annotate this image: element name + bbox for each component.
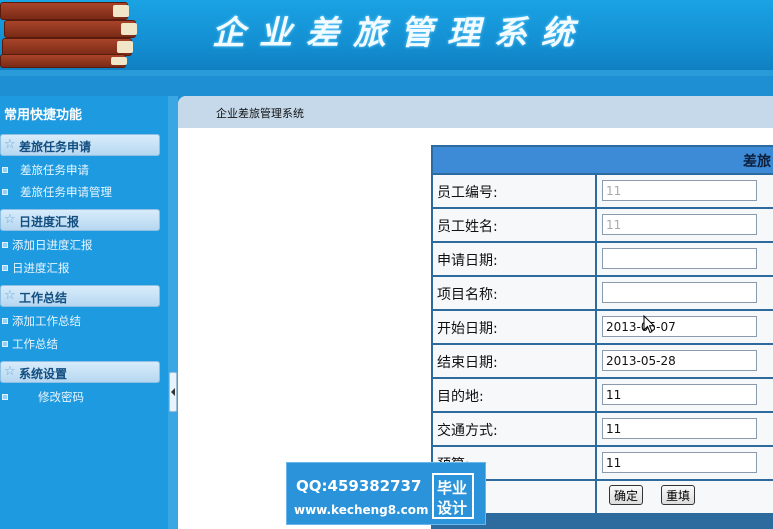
star-icon: ☆: [4, 288, 16, 303]
form-row-employee-name: 员工姓名:: [433, 209, 773, 241]
project-name-field[interactable]: [602, 282, 757, 303]
start-date-field[interactable]: [602, 316, 757, 337]
form-header: 差旅: [433, 147, 773, 173]
sidebar: 常用快捷功能 ☆ 差旅任务申请 差旅任务申请 差旅任务申请管理 ☆ 日进度汇报 …: [0, 96, 168, 529]
sidebar-item-add-daily-report[interactable]: 添加日进度汇报: [0, 235, 160, 255]
field-label: 交通方式:: [437, 423, 498, 439]
app-window: 企业差旅管理系统 常用快捷功能 ☆ 差旅任务申请 差旅任务申请 差旅任务申请管理…: [0, 0, 773, 529]
watermark-badge: 毕业 设计: [432, 473, 474, 519]
field-label: 员工姓名:: [437, 219, 498, 235]
header-band: [0, 70, 773, 76]
star-icon: ☆: [4, 137, 16, 152]
submit-button[interactable]: 确定: [609, 485, 644, 505]
sidebar-title: 常用快捷功能: [4, 108, 83, 123]
field-label: 目的地:: [437, 389, 484, 405]
watermark: QQ:459382737 www.kecheng8.com 毕业 设计: [286, 462, 486, 525]
sidebar-item-label: 差旅任务申请: [20, 163, 89, 177]
bullet-icon: [2, 189, 8, 195]
field-label: 申请日期:: [437, 253, 498, 269]
sidebar-section-label: 系统设置: [19, 367, 68, 381]
sidebar-section-daily-report[interactable]: ☆ 日进度汇报: [0, 209, 160, 231]
sidebar-item-add-work-summary[interactable]: 添加工作总结: [0, 311, 160, 331]
sidebar-item-work-summary[interactable]: 工作总结: [0, 334, 160, 354]
sidebar-item-label: 添加工作总结: [12, 314, 81, 328]
field-label: 项目名称:: [437, 287, 498, 303]
form-row-apply-date: 申请日期:: [433, 243, 773, 275]
form-row-destination: 目的地:: [433, 379, 773, 411]
employee-name-field[interactable]: [602, 214, 757, 235]
form-row-end-date: 结束日期:: [433, 345, 773, 377]
form-row-employee-id: 员工编号:: [433, 175, 773, 207]
sidebar-item-travel-task-manage[interactable]: 差旅任务申请管理: [0, 182, 160, 202]
field-label: 开始日期:: [437, 321, 498, 337]
transport-field[interactable]: [602, 418, 757, 439]
destination-field[interactable]: [602, 384, 757, 405]
breadcrumb: 企业差旅管理系统: [216, 107, 304, 120]
reset-button[interactable]: 重填: [661, 485, 696, 505]
bullet-icon: [2, 265, 8, 271]
form-row-transport: 交通方式:: [433, 413, 773, 445]
badge-line: 设计: [437, 499, 468, 517]
sidebar-item-label: 工作总结: [12, 337, 58, 351]
field-label: 员工编号:: [437, 185, 498, 201]
form-row-start-date: 开始日期:: [433, 311, 773, 343]
sidebar-splitter: [168, 96, 178, 529]
sidebar-item-label: 修改密码: [38, 390, 84, 404]
star-icon: ☆: [4, 212, 16, 227]
bullet-icon: [2, 341, 8, 347]
collapse-sidebar-button[interactable]: [169, 372, 177, 412]
badge-line: 毕业: [437, 479, 468, 497]
sidebar-section-system-settings[interactable]: ☆ 系统设置: [0, 361, 160, 383]
bullet-icon: [2, 242, 8, 248]
bullet-icon: [2, 167, 8, 173]
end-date-field[interactable]: [602, 350, 757, 371]
star-icon: ☆: [4, 364, 16, 379]
form-row-project-name: 项目名称:: [433, 277, 773, 309]
sidebar-item-change-password[interactable]: 修改密码: [0, 387, 160, 407]
books-logo: [0, 0, 140, 70]
employee-id-field[interactable]: [602, 180, 757, 201]
sidebar-item-label: 日进度汇报: [12, 261, 70, 275]
system-title: 企业差旅管理系统: [212, 13, 588, 52]
breadcrumb-bar: 企业差旅管理系统: [178, 96, 773, 128]
field-label: 结束日期:: [437, 355, 498, 371]
form-title: 差旅: [743, 154, 771, 170]
watermark-site: www.kecheng8.com: [294, 503, 429, 517]
sidebar-section-label: 工作总结: [19, 291, 68, 305]
apply-date-field[interactable]: [602, 248, 757, 269]
sidebar-item-label: 添加日进度汇报: [12, 238, 93, 252]
sidebar-item-label: 差旅任务申请管理: [20, 185, 112, 199]
budget-field[interactable]: [602, 452, 757, 473]
mouse-cursor-icon: [643, 315, 656, 334]
sidebar-section-label: 日进度汇报: [19, 215, 80, 229]
sidebar-section-label: 差旅任务申请: [19, 140, 92, 154]
sidebar-section-travel-task[interactable]: ☆ 差旅任务申请: [0, 134, 160, 156]
sidebar-item-travel-task-apply[interactable]: 差旅任务申请: [0, 160, 160, 180]
sidebar-item-daily-report[interactable]: 日进度汇报: [0, 258, 160, 278]
watermark-qq: QQ:459382737: [296, 477, 422, 495]
bullet-icon: [2, 394, 8, 400]
bullet-icon: [2, 318, 8, 324]
header-banner: 企业差旅管理系统: [0, 0, 773, 72]
sidebar-section-work-summary[interactable]: ☆ 工作总结: [0, 285, 160, 307]
